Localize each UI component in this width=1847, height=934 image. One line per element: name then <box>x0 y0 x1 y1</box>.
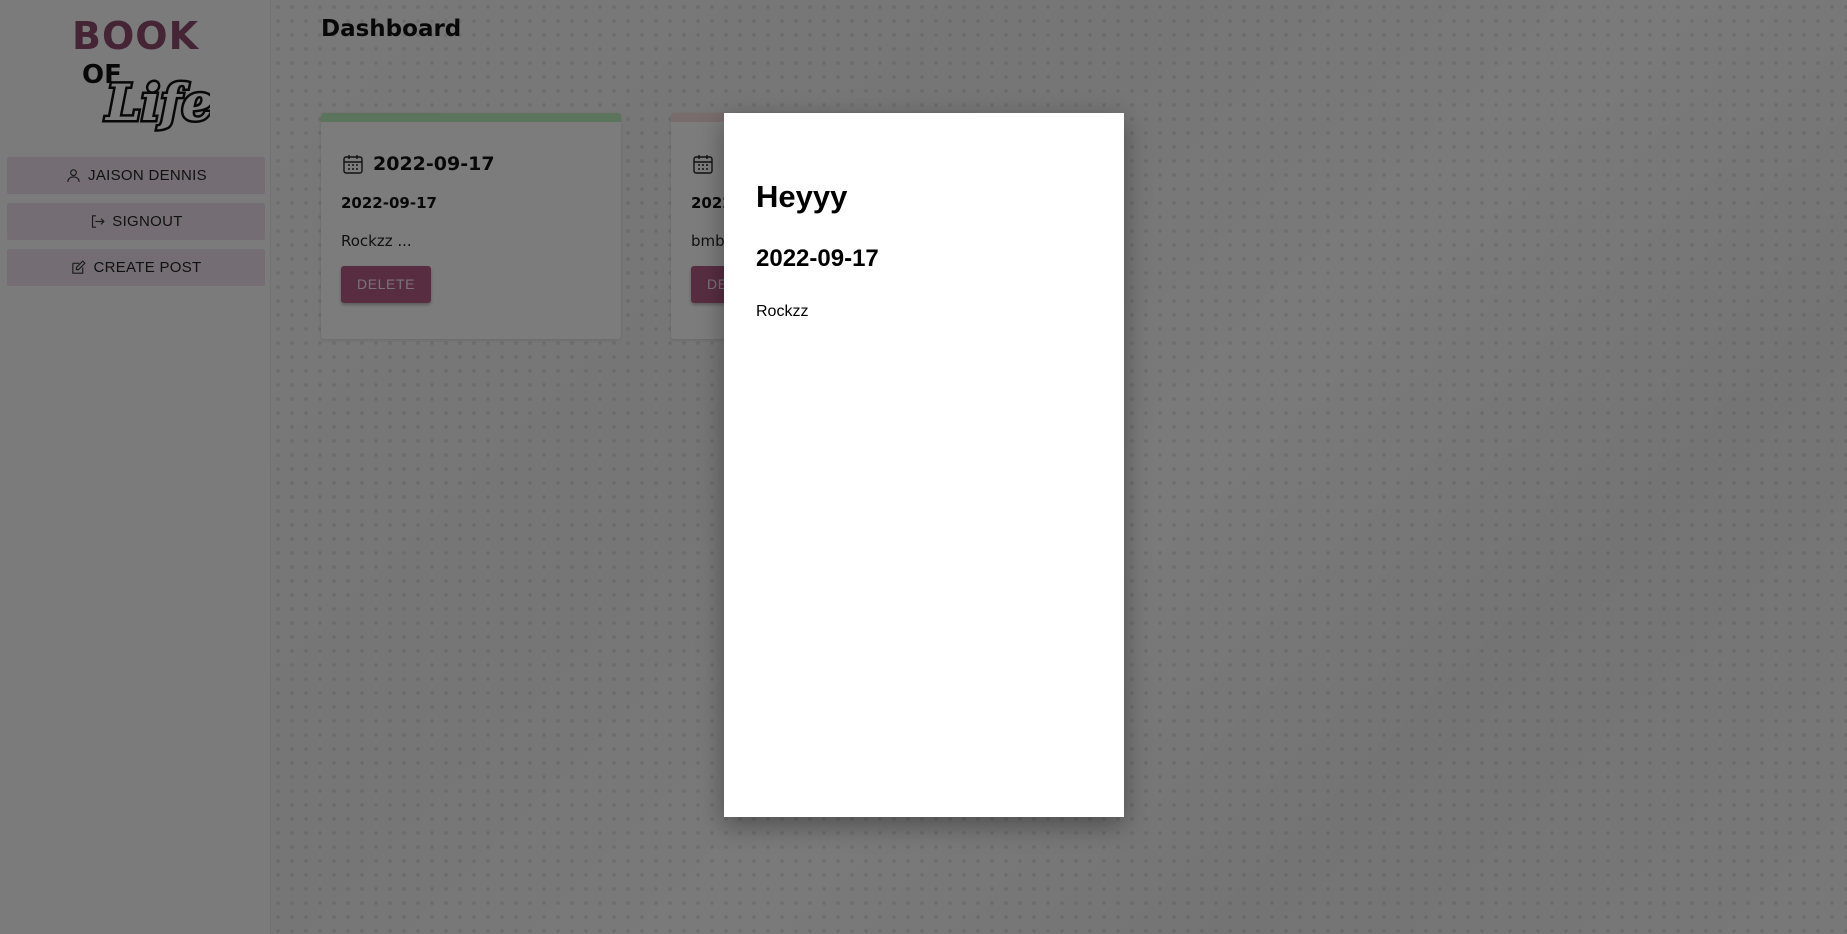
post-modal: Heyyy 2022-09-17 Rockzz <box>724 113 1124 817</box>
modal-body: Rockzz <box>756 303 809 320</box>
modal-title: Heyyy <box>756 179 848 214</box>
app: BOOK OF Life JAISON DENNIS SIGNOUT <box>0 0 1847 934</box>
modal-date: 2022-09-17 <box>756 245 879 272</box>
